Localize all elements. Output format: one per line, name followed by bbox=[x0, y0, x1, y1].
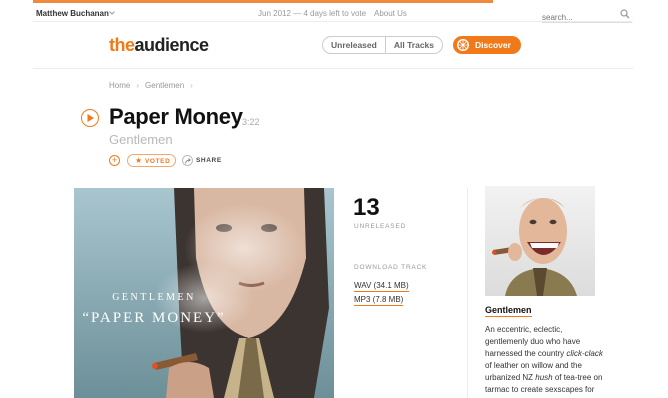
star-icon: ★ bbox=[135, 156, 143, 165]
track-duration: 3:22 bbox=[242, 117, 260, 127]
divider bbox=[33, 68, 633, 69]
album-band-text: GENTLEMEN bbox=[112, 292, 196, 303]
chevron-down-icon[interactable] bbox=[108, 9, 116, 17]
discover-button[interactable]: Discover bbox=[453, 36, 521, 54]
release-status: UNRELEASED bbox=[354, 223, 407, 230]
search-input[interactable] bbox=[542, 10, 614, 25]
plus-icon: + bbox=[111, 155, 118, 165]
artist-bio: An eccentric, eclectic, gentlemenly duo … bbox=[485, 325, 603, 398]
artist-photo[interactable] bbox=[485, 186, 595, 296]
play-icon bbox=[87, 114, 94, 122]
about-link[interactable]: About Us bbox=[374, 9, 407, 18]
artist-photo-image bbox=[485, 186, 595, 296]
breadcrumb: Home › Gentlemen › bbox=[109, 81, 193, 90]
user-bar: Matthew Buchanan Jun 2012 — 4 days left … bbox=[0, 4, 668, 25]
share-arrow-icon bbox=[185, 158, 191, 164]
download-mp3-link[interactable]: MP3 (7.8 MB) bbox=[354, 295, 404, 306]
album-title-text: “PAPER MONEY” bbox=[82, 310, 226, 326]
vote-count: 13 bbox=[353, 194, 380, 221]
play-button[interactable] bbox=[81, 109, 99, 127]
breadcrumb-separator: › bbox=[190, 81, 193, 90]
divider bbox=[33, 21, 633, 22]
search-icon[interactable] bbox=[620, 9, 630, 19]
vote-period-strip bbox=[33, 0, 493, 3]
add-button[interactable]: + bbox=[109, 155, 120, 166]
site-logo[interactable]: theaudience bbox=[109, 35, 209, 56]
nav-tabs: Unreleased All Tracks bbox=[322, 36, 444, 54]
user-menu[interactable]: Matthew Buchanan bbox=[36, 9, 109, 18]
orange-slice-icon bbox=[457, 39, 469, 51]
divider bbox=[467, 188, 468, 398]
artist-name-link[interactable]: Gentlemen bbox=[485, 305, 532, 317]
download-heading: DOWNLOAD TRACK bbox=[354, 264, 428, 271]
breadcrumb-artist[interactable]: Gentlemen bbox=[145, 81, 184, 90]
track-title: Paper Money bbox=[109, 104, 243, 129]
voted-button[interactable]: ★ VOTED bbox=[127, 154, 176, 167]
share-label[interactable]: SHARE bbox=[196, 157, 222, 164]
track-artist[interactable]: Gentlemen bbox=[109, 132, 173, 147]
share-button[interactable] bbox=[182, 155, 193, 166]
vote-period-info: Jun 2012 — 4 days left to vote bbox=[258, 9, 367, 18]
tab-unreleased[interactable]: Unreleased bbox=[323, 37, 385, 53]
breadcrumb-home[interactable]: Home bbox=[109, 81, 130, 90]
tab-all-tracks[interactable]: All Tracks bbox=[384, 37, 442, 53]
breadcrumb-separator: › bbox=[136, 81, 140, 90]
album-art: GENTLEMEN “PAPER MONEY” bbox=[74, 188, 334, 398]
download-wav-link[interactable]: WAV (34.1 MB) bbox=[354, 281, 409, 292]
